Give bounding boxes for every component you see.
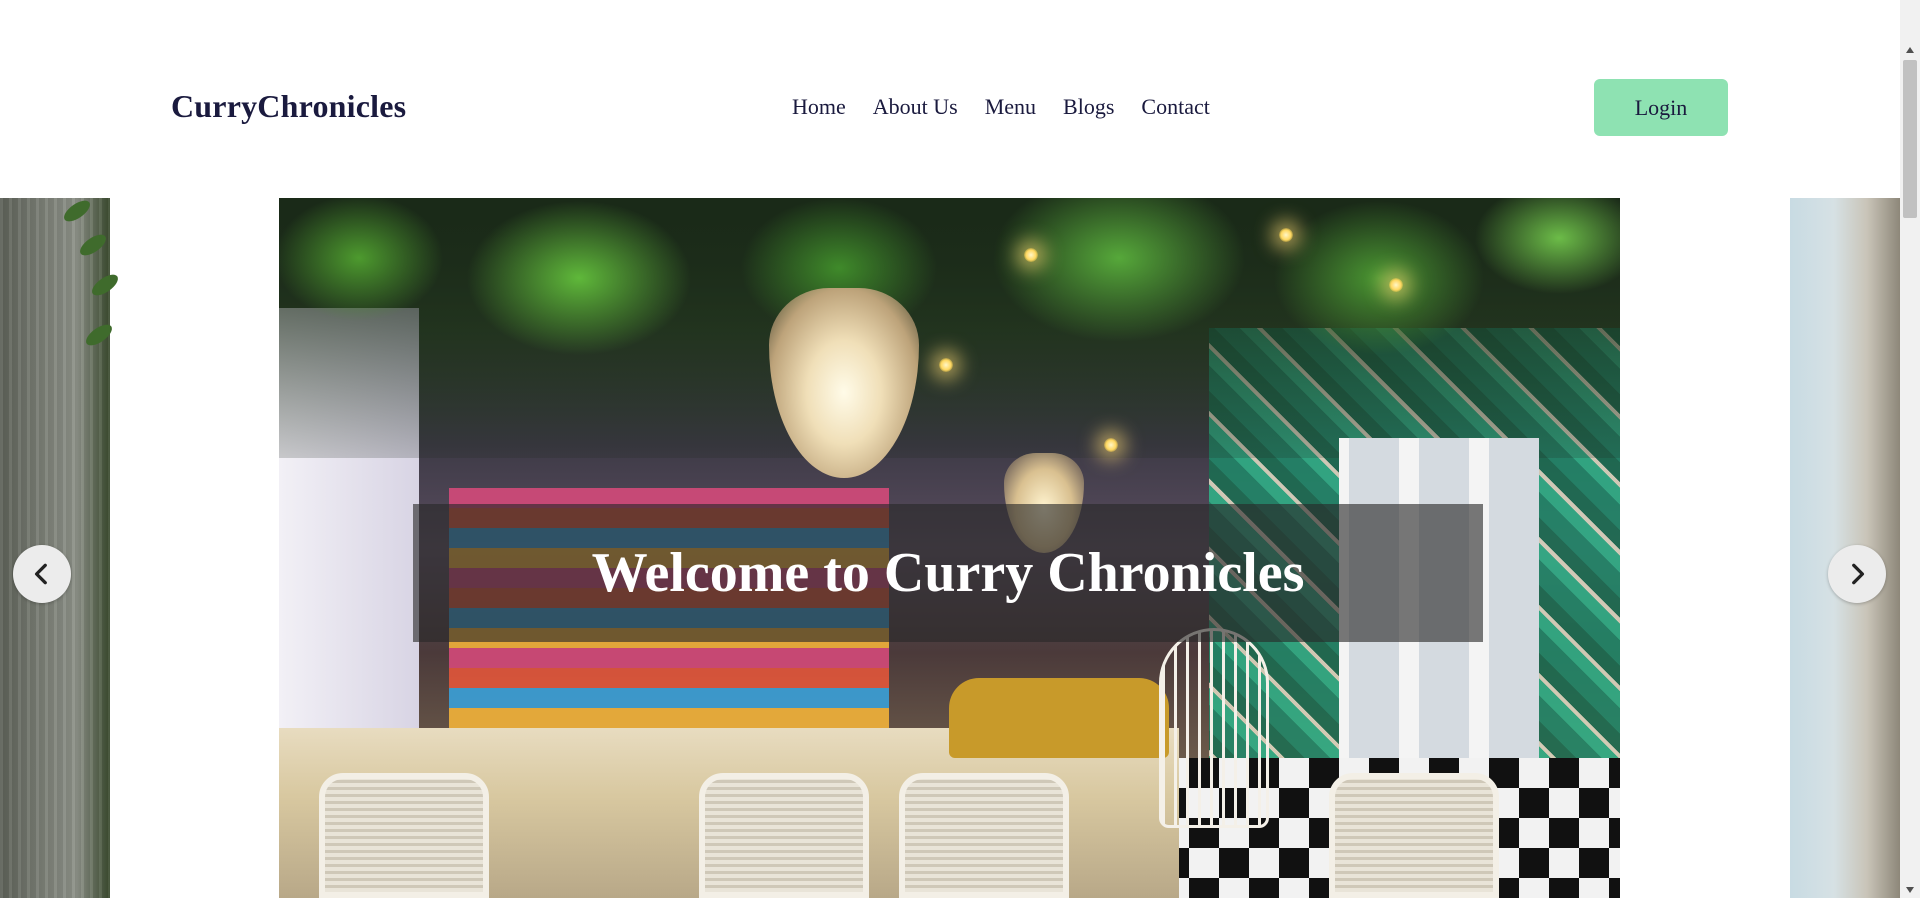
scroll-up-button[interactable] (1900, 41, 1920, 58)
hero-carousel: Welcome to Curry Chronicles (0, 198, 1900, 898)
nav-contact[interactable]: Contact (1141, 94, 1209, 120)
main-nav: Home About Us Menu Blogs Contact (792, 94, 1210, 120)
site-header: CurryChronicles Home About Us Menu Blogs… (0, 0, 1900, 198)
carousel-active-slide: Welcome to Curry Chronicles (279, 198, 1620, 898)
brand-logo[interactable]: CurryChronicles (171, 88, 406, 125)
nav-about-us[interactable]: About Us (873, 94, 958, 120)
triangle-down-icon (1906, 886, 1914, 893)
chevron-right-icon (1852, 563, 1865, 585)
carousel-prev-button[interactable] (13, 545, 71, 603)
scroll-thumb[interactable] (1903, 60, 1917, 218)
nav-menu[interactable]: Menu (985, 94, 1036, 120)
nav-home[interactable]: Home (792, 94, 846, 120)
carousel-next-button[interactable] (1828, 545, 1886, 603)
chevron-left-icon (34, 563, 47, 585)
login-button[interactable]: Login (1594, 79, 1728, 136)
hero-title: Welcome to Curry Chronicles (591, 542, 1305, 604)
page-scrollbar[interactable] (1900, 0, 1920, 898)
scroll-down-button[interactable] (1900, 881, 1920, 898)
hero-caption: Welcome to Curry Chronicles (413, 504, 1483, 642)
nav-blogs[interactable]: Blogs (1063, 94, 1114, 120)
triangle-up-icon (1906, 46, 1914, 53)
